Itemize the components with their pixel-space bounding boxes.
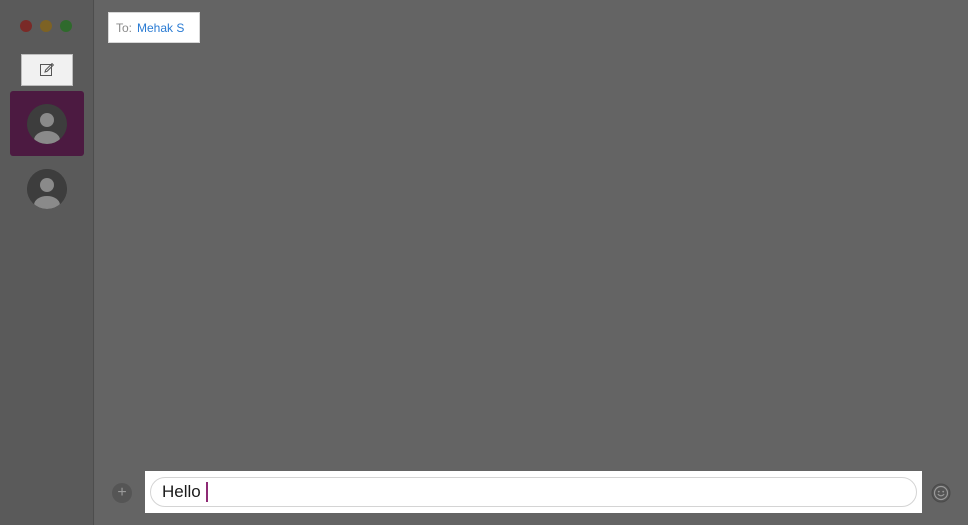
conversation-pane: To: Mehak S + Hello <box>95 0 968 525</box>
message-compose-area: Hello <box>145 471 922 513</box>
conversation-sidebar <box>0 0 94 525</box>
message-text: Hello <box>162 482 201 501</box>
maximize-window-button[interactable] <box>60 20 72 32</box>
recipient-field[interactable]: To: Mehak S <box>108 12 200 43</box>
window-controls <box>20 20 72 32</box>
recipient-name[interactable]: Mehak S <box>137 21 184 35</box>
text-caret <box>205 482 208 502</box>
to-label: To: <box>116 20 133 35</box>
person-avatar-icon <box>27 168 67 209</box>
person-avatar-icon <box>27 103 67 144</box>
messages-window: To: Mehak S + Hello <box>0 0 968 525</box>
minimize-window-button[interactable] <box>40 20 52 32</box>
add-attachment-button[interactable]: + <box>112 483 132 503</box>
new-message-button[interactable] <box>21 54 73 86</box>
emoji-icon <box>931 483 951 503</box>
plus-icon: + <box>117 484 127 501</box>
message-input[interactable]: Hello <box>150 477 917 507</box>
conversation-item-selected[interactable] <box>10 91 84 156</box>
emoji-button[interactable] <box>931 483 951 503</box>
conversation-item[interactable] <box>10 156 84 221</box>
close-window-button[interactable] <box>20 20 32 32</box>
compose-icon <box>40 62 55 76</box>
